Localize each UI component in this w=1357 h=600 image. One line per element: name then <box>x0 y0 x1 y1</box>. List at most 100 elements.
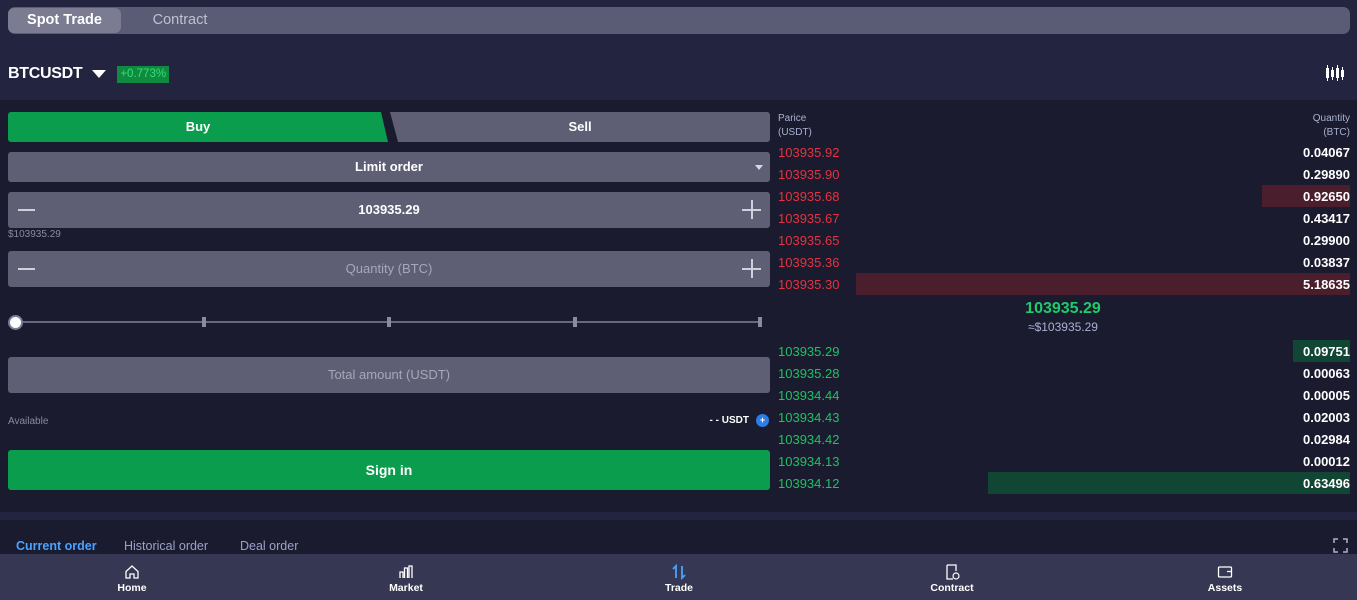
ask-row[interactable]: 103935.67 0.43417 <box>776 207 1350 229</box>
qty-header-label: Quantity <box>1312 113 1350 124</box>
pair-selector[interactable]: BTCUSDT +0.773% <box>8 62 170 86</box>
ask-price[interactable]: 103935.30 <box>778 277 839 292</box>
nav-trade[interactable]: Trade <box>619 554 739 594</box>
slider-tick-75[interactable] <box>573 317 577 327</box>
ask-row[interactable]: 103935.65 0.29900 <box>776 229 1350 251</box>
bid-quantity: 0.02984 <box>1303 432 1350 447</box>
orderbook-qty-header: Quantity (BTC) <box>1313 112 1350 140</box>
nav-assets[interactable]: Assets <box>1165 554 1285 594</box>
ask-row[interactable]: 103935.90 0.29890 <box>776 163 1350 185</box>
buy-tab[interactable]: Buy <box>8 112 388 142</box>
nav-home[interactable]: Home <box>72 554 192 594</box>
bid-quantity: 0.00012 <box>1303 454 1350 469</box>
ask-row[interactable]: 103935.30 5.18635 <box>776 273 1350 295</box>
slider-tick-25[interactable] <box>202 317 206 327</box>
ask-quantity: 0.92650 <box>1303 189 1350 204</box>
swap-arrows-icon <box>672 564 686 580</box>
ask-quantity: 0.43417 <box>1303 211 1350 226</box>
nav-contract[interactable]: Contract <box>892 554 1012 594</box>
bar-chart-icon <box>399 565 413 578</box>
ask-quantity: 0.29890 <box>1303 167 1350 182</box>
bid-price[interactable]: 103935.28 <box>778 366 839 381</box>
price-usd-hint: $103935.29 <box>8 229 61 240</box>
plus-icon-vertical[interactable] <box>751 259 753 278</box>
slider-tick-50[interactable] <box>387 317 391 327</box>
add-funds-icon[interactable]: + <box>756 414 769 427</box>
quantity-placeholder[interactable]: Quantity (BTC) <box>346 261 433 276</box>
market-type-tabs: Spot Trade Contract <box>8 7 1350 34</box>
ask-quantity: 5.18635 <box>1303 277 1350 292</box>
order-type-label: Limit order <box>355 159 423 174</box>
tab-contract[interactable]: Contract <box>121 8 239 33</box>
last-price: 103935.29 <box>1025 300 1101 317</box>
bid-depth-bar <box>987 472 1350 494</box>
bid-row[interactable]: 103934.13 0.00012 <box>776 450 1350 472</box>
price-input[interactable]: 103935.29 <box>8 192 770 228</box>
expand-icon[interactable] <box>1333 538 1348 553</box>
candlestick-chart-icon[interactable] <box>1325 64 1345 82</box>
sign-in-button[interactable]: Sign in <box>8 450 770 490</box>
tab-current-order[interactable]: Current order <box>16 539 97 553</box>
dropdown-arrow-icon <box>755 165 763 170</box>
slider-tick-100[interactable] <box>758 317 762 327</box>
tab-spot-trade[interactable]: Spot Trade <box>8 8 121 33</box>
nav-contract-label: Contract <box>930 582 974 594</box>
ask-row[interactable]: 103935.36 0.03837 <box>776 251 1350 273</box>
price-header-label: Parice <box>778 113 807 124</box>
ask-quantity: 0.04067 <box>1303 145 1350 160</box>
bid-price[interactable]: 103934.43 <box>778 410 839 425</box>
ask-row[interactable]: 103935.68 0.92650 <box>776 185 1350 207</box>
ask-price[interactable]: 103935.67 <box>778 211 839 226</box>
price-change-badge: +0.773% <box>117 65 170 83</box>
ask-price[interactable]: 103935.36 <box>778 255 839 270</box>
bid-price[interactable]: 103935.29 <box>778 344 839 359</box>
available-label: Available <box>8 416 49 427</box>
bid-price[interactable]: 103934.44 <box>778 388 839 403</box>
ask-price[interactable]: 103935.65 <box>778 233 839 248</box>
wallet-icon <box>1217 566 1233 578</box>
bid-row[interactable]: 103934.42 0.02984 <box>776 428 1350 450</box>
bid-row[interactable]: 103934.12 0.63496 <box>776 472 1350 494</box>
ask-price[interactable]: 103935.92 <box>778 145 839 160</box>
plus-icon-vertical[interactable] <box>751 200 753 219</box>
bid-price[interactable]: 103934.42 <box>778 432 839 447</box>
bid-price[interactable]: 103934.12 <box>778 476 839 491</box>
bid-row[interactable]: 103935.29 0.09751 <box>776 340 1350 362</box>
pair-symbol[interactable]: BTCUSDT <box>8 65 83 83</box>
bid-quantity: 0.09751 <box>1303 344 1350 359</box>
ask-price[interactable]: 103935.90 <box>778 167 839 182</box>
order-type-select[interactable]: Limit order <box>8 152 770 182</box>
bid-quantity: 0.00063 <box>1303 366 1350 381</box>
last-price-usd: ≈$103935.29 <box>1028 320 1098 334</box>
nav-home-label: Home <box>117 582 147 594</box>
bid-row[interactable]: 103934.44 0.00005 <box>776 384 1350 406</box>
tab-historical-order[interactable]: Historical order <box>124 539 208 553</box>
nav-market[interactable]: Market <box>346 554 466 594</box>
nav-market-label: Market <box>389 582 423 594</box>
available-value: - - USDT <box>709 415 749 426</box>
total-amount-input[interactable]: Total amount (USDT) <box>8 357 770 393</box>
quantity-input[interactable]: Quantity (BTC) <box>8 251 770 287</box>
minus-icon[interactable] <box>18 268 35 270</box>
document-clock-icon <box>946 564 960 580</box>
minus-icon[interactable] <box>18 209 35 211</box>
sell-tab[interactable]: Sell <box>390 112 770 142</box>
bid-quantity: 0.63496 <box>1303 476 1350 491</box>
bottom-navigation: Home Market Trade Contract Assets <box>0 554 1357 600</box>
tab-deal-order[interactable]: Deal order <box>240 539 298 553</box>
total-placeholder[interactable]: Total amount (USDT) <box>328 367 450 382</box>
bid-price[interactable]: 103934.13 <box>778 454 839 469</box>
slider-handle[interactable] <box>8 315 23 330</box>
bid-quantity: 0.02003 <box>1303 410 1350 425</box>
price-value[interactable]: 103935.29 <box>358 202 419 217</box>
bid-row[interactable]: 103935.28 0.00063 <box>776 362 1350 384</box>
nav-trade-label: Trade <box>664 582 693 594</box>
qty-header-unit: (BTC) <box>1323 127 1350 138</box>
bid-row[interactable]: 103934.43 0.02003 <box>776 406 1350 428</box>
home-icon <box>125 565 139 579</box>
bid-quantity: 0.00005 <box>1303 388 1350 403</box>
caret-down-icon[interactable] <box>92 70 107 78</box>
ask-row[interactable]: 103935.92 0.04067 <box>776 141 1350 163</box>
ask-quantity: 0.29900 <box>1303 233 1350 248</box>
ask-price[interactable]: 103935.68 <box>778 189 839 204</box>
